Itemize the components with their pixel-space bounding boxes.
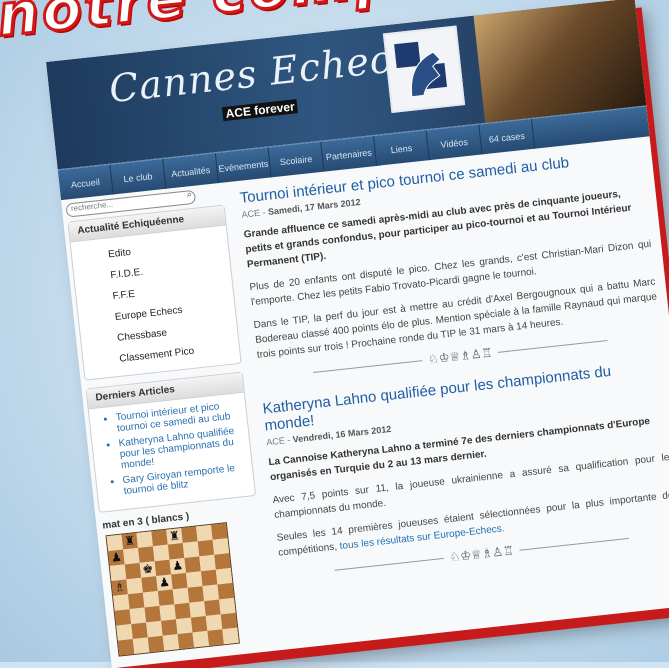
board-square [138, 546, 155, 563]
board-square [192, 630, 210, 648]
board-square: ♟ [108, 549, 125, 567]
chess-puzzle-board: ♜ ♜ ♟ ♚ ♟ ♗ ♟ [105, 522, 240, 657]
board-square [129, 607, 147, 625]
chess-photo [473, 0, 647, 123]
board-square [109, 564, 127, 581]
board-square [175, 617, 193, 635]
board-square [181, 526, 198, 544]
browser-screenshot: Cannes Echecs ACE forever Accueil Le clu… [46, 0, 669, 668]
board-square [146, 620, 163, 638]
nav-item-64-cases[interactable]: 64 cases [479, 118, 536, 155]
board-square [222, 627, 239, 645]
board-square [136, 531, 153, 548]
board-square [147, 635, 165, 653]
article: Katheryna Lahno qualifiée pour les champ… [262, 357, 669, 583]
nav-item-le-club[interactable]: Le club [110, 158, 167, 195]
board-square [202, 584, 220, 602]
nav-item-actualites[interactable]: Actualités [163, 153, 220, 189]
board-square [132, 637, 150, 654]
board-square [124, 562, 142, 580]
board-square [205, 614, 223, 631]
board-square [113, 594, 130, 611]
board-square [171, 572, 188, 590]
board-square [197, 539, 215, 557]
main-content: Tournoi intérieur et pico tournoi ce sam… [239, 146, 669, 598]
article: Tournoi intérieur et pico tournoi ce sam… [239, 146, 662, 384]
board-square [210, 523, 228, 540]
board-square [123, 547, 140, 565]
board-square [142, 591, 160, 608]
board-square [172, 587, 190, 605]
board-square: ♜ [121, 532, 139, 550]
board-square [151, 529, 168, 547]
board-square [174, 602, 191, 620]
board-square: ♜ [166, 528, 183, 545]
board-square [117, 638, 135, 656]
board-square [212, 538, 230, 555]
search-icon[interactable]: ⌕ [186, 189, 193, 201]
board-square [189, 601, 206, 618]
actualite-box: Actualité Echiquéenne Edito F.I.D.E. F.F… [67, 204, 242, 381]
board-square [200, 569, 218, 587]
board-square [167, 543, 185, 560]
board-square [127, 592, 145, 610]
board-square [196, 524, 213, 542]
club-logo [382, 25, 466, 113]
board-square [131, 622, 148, 639]
board-square [157, 589, 175, 606]
board-square [159, 604, 176, 621]
board-square [207, 629, 224, 646]
board-square [199, 554, 216, 572]
board-square [220, 612, 238, 630]
board-square [215, 568, 233, 585]
board-square [204, 599, 221, 616]
board-square [141, 576, 158, 593]
board-square [217, 582, 234, 600]
nav-item-liens[interactable]: Liens [373, 130, 430, 166]
board-square [187, 586, 205, 603]
board-square [177, 632, 195, 650]
article-author: ACE [265, 435, 286, 448]
nav-item-videos[interactable]: Vidéos [426, 124, 483, 161]
board-square [114, 609, 132, 626]
search-placeholder: recherche... [70, 199, 114, 214]
board-square [162, 634, 180, 651]
article-author: ACE [241, 207, 261, 220]
board-square [106, 534, 124, 552]
nav-item-evenements[interactable]: Evènements [215, 147, 272, 184]
site-tagline: ACE forever [221, 99, 299, 122]
board-square: ♟ [169, 557, 186, 575]
board-square [152, 544, 170, 562]
derniers-articles-box: Derniers Articles Tournoi intérieur et p… [85, 371, 257, 513]
nav-item-accueil[interactable]: Accueil [57, 164, 114, 201]
board-square: ♟ [156, 574, 173, 592]
board-square [154, 559, 172, 577]
board-square [161, 619, 178, 636]
board-square [185, 571, 203, 588]
board-square [182, 541, 200, 558]
board-square: ♚ [139, 561, 157, 578]
board-square [214, 553, 231, 570]
board-square [126, 577, 143, 595]
board-square [116, 624, 133, 641]
board-square [190, 615, 208, 633]
board-square [219, 597, 236, 615]
board-square [184, 556, 201, 573]
nav-item-partenaires[interactable]: Partenaires [321, 136, 378, 172]
board-square: ♗ [111, 579, 128, 596]
nav-item-scolaire[interactable]: Scolaire [268, 141, 325, 178]
board-square [144, 605, 162, 623]
